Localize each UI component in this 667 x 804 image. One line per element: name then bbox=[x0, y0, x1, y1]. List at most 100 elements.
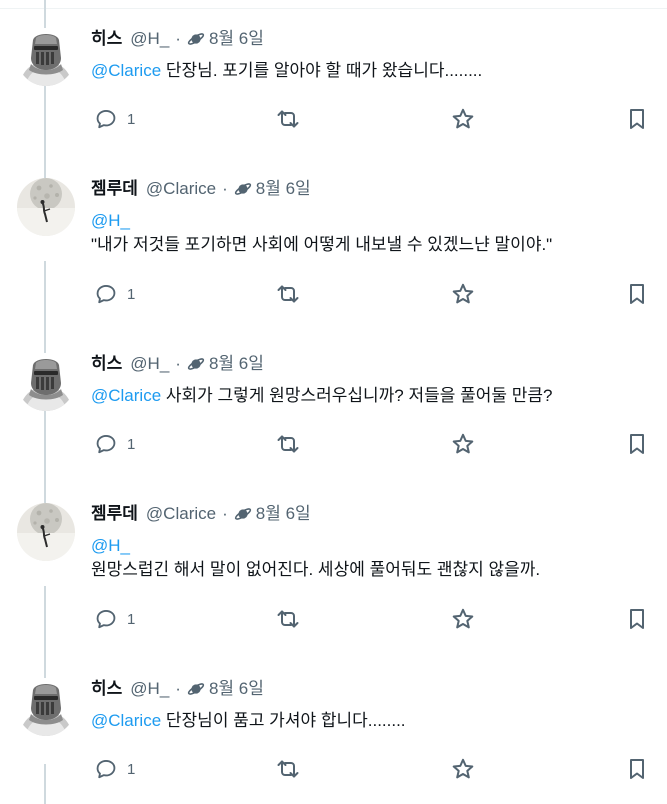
retweet-button[interactable] bbox=[276, 107, 300, 131]
tweet-line: @Clarice 단장님. 포기를 알아야 할 때가 왔습니다........ bbox=[91, 59, 653, 83]
retweet-icon bbox=[276, 282, 300, 306]
bookmark-icon bbox=[625, 607, 649, 631]
tweet-content: 히스 @H_ · 8월 6일 @Clarice 사회가 그렇게 원망스러우십니까… bbox=[91, 353, 653, 408]
speech-bubble-icon bbox=[95, 758, 117, 780]
like-button[interactable] bbox=[451, 757, 475, 781]
reply-button[interactable]: 1 bbox=[95, 107, 135, 131]
action-bar: 1 bbox=[91, 757, 651, 781]
tweet-3[interactable]: 히스 @H_ · 8월 6일 @Clarice 사회가 그렇게 원망스러우십니까… bbox=[0, 353, 667, 478]
like-button[interactable] bbox=[451, 607, 475, 631]
thread-connector-line bbox=[44, 0, 46, 28]
tweet-text: @Clarice 단장님이 품고 가셔야 합니다........ bbox=[91, 709, 653, 733]
like-button[interactable] bbox=[451, 107, 475, 131]
tweet-line: @Clarice 사회가 그렇게 원망스러우십니까? 저들을 풀어둘 만큼? bbox=[91, 384, 653, 408]
bookmark-button[interactable] bbox=[625, 107, 649, 131]
reply-count: 1 bbox=[127, 285, 136, 303]
tweet-line: @Clarice 단장님이 품고 가셔야 합니다........ bbox=[91, 709, 653, 733]
separator-dot: · bbox=[175, 354, 181, 373]
bookmark-button[interactable] bbox=[625, 607, 649, 631]
like-button[interactable] bbox=[451, 432, 475, 456]
handle[interactable]: @H_ bbox=[130, 678, 169, 700]
display-name[interactable]: 히스 bbox=[91, 678, 122, 700]
display-name[interactable]: 젬루데 bbox=[91, 503, 138, 525]
top-divider bbox=[0, 8, 667, 9]
display-name[interactable]: 히스 bbox=[91, 28, 122, 50]
display-name[interactable]: 젬루데 bbox=[91, 178, 138, 200]
tweet-header: 젬루데 @Clarice · 8월 6일 bbox=[91, 503, 653, 525]
tweet-line: "내가 저것들 포기하면 사회에 어떻게 내보낼 수 있겠느냔 말이야." bbox=[91, 233, 653, 257]
tweet-line: @H_ bbox=[91, 534, 653, 558]
action-bar: 1 bbox=[91, 432, 651, 456]
mention-link[interactable]: @Clarice bbox=[91, 61, 161, 80]
tweet-header: 젬루데 @Clarice · 8월 6일 bbox=[91, 178, 653, 200]
tweet-header: 히스 @H_ · 8월 6일 bbox=[91, 353, 653, 375]
planet-icon bbox=[187, 31, 205, 47]
planet-icon bbox=[187, 681, 205, 697]
speech-bubble-icon bbox=[95, 608, 117, 630]
retweet-icon bbox=[276, 107, 300, 131]
tweet-line: 원망스럽긴 해서 말이 없어진다. 세상에 풀어둬도 괜찮지 않을까. bbox=[91, 558, 653, 582]
like-button[interactable] bbox=[451, 282, 475, 306]
speech-bubble-icon bbox=[95, 283, 117, 305]
bookmark-button[interactable] bbox=[625, 282, 649, 306]
mention-link[interactable]: @Clarice bbox=[91, 386, 161, 405]
tweet-line: @H_ bbox=[91, 209, 653, 233]
bookmark-icon bbox=[625, 432, 649, 456]
handle[interactable]: @Clarice bbox=[146, 178, 216, 200]
tweet-header: 히스 @H_ · 8월 6일 bbox=[91, 678, 653, 700]
tweet-content: 젬루데 @Clarice · 8월 6일 @H_ "내가 저것들 포기하면 사회에… bbox=[91, 178, 653, 257]
display-name[interactable]: 히스 bbox=[91, 353, 122, 375]
separator-dot: · bbox=[222, 504, 228, 523]
star-icon bbox=[451, 282, 475, 306]
retweet-button[interactable] bbox=[276, 432, 300, 456]
speech-bubble-icon bbox=[95, 108, 117, 130]
star-icon bbox=[451, 757, 475, 781]
separator-dot: · bbox=[175, 679, 181, 698]
planet-icon bbox=[234, 506, 252, 522]
tweet-date[interactable]: 8월 6일 bbox=[256, 503, 311, 525]
tweet-text: @Clarice 단장님. 포기를 알아야 할 때가 왔습니다........ bbox=[91, 59, 653, 83]
star-icon bbox=[451, 107, 475, 131]
retweet-icon bbox=[276, 757, 300, 781]
mention-link[interactable]: @H_ bbox=[91, 536, 130, 555]
mention-link[interactable]: @Clarice bbox=[91, 711, 161, 730]
tweet-content: 젬루데 @Clarice · 8월 6일 @H_ 원망스럽긴 해서 말이 없어진다… bbox=[91, 503, 653, 582]
tweet-2[interactable]: 젬루데 @Clarice · 8월 6일 @H_ "내가 저것들 포기하면 사회에… bbox=[0, 178, 667, 306]
tweet-text: @H_ "내가 저것들 포기하면 사회에 어떻게 내보낼 수 있겠느냔 말이야." bbox=[91, 209, 653, 257]
separator-dot: · bbox=[175, 29, 181, 48]
retweet-icon bbox=[276, 607, 300, 631]
avatar-knight[interactable] bbox=[17, 28, 75, 86]
tweet-4[interactable]: 젬루데 @Clarice · 8월 6일 @H_ 원망스럽긴 해서 말이 없어진다… bbox=[0, 503, 667, 631]
handle[interactable]: @H_ bbox=[130, 353, 169, 375]
tweet-date[interactable]: 8월 6일 bbox=[209, 28, 264, 50]
speech-bubble-icon bbox=[95, 433, 117, 455]
reply-count: 1 bbox=[127, 610, 136, 628]
tweet-text-span: 사회가 그렇게 원망스러우십니까? 저들을 풀어둘 만큼? bbox=[161, 386, 553, 405]
tweet-date[interactable]: 8월 6일 bbox=[209, 353, 264, 375]
handle[interactable]: @H_ bbox=[130, 28, 169, 50]
retweet-button[interactable] bbox=[276, 757, 300, 781]
retweet-button[interactable] bbox=[276, 282, 300, 306]
reply-button[interactable]: 1 bbox=[95, 757, 135, 781]
avatar-moon[interactable] bbox=[17, 178, 75, 236]
tweet-1[interactable]: 히스 @H_ · 8월 6일 @Clarice 단장님. 포기를 알아야 할 때… bbox=[0, 28, 667, 153]
tweet-date[interactable]: 8월 6일 bbox=[209, 678, 264, 700]
separator-dot: · bbox=[222, 179, 228, 198]
retweet-button[interactable] bbox=[276, 607, 300, 631]
mention-link[interactable]: @H_ bbox=[91, 211, 130, 230]
tweet-5[interactable]: 히스 @H_ · 8월 6일 @Clarice 단장님이 품고 가셔야 합니다.… bbox=[0, 678, 667, 803]
tweet-date[interactable]: 8월 6일 bbox=[256, 178, 311, 200]
planet-icon bbox=[234, 181, 252, 197]
reply-button[interactable]: 1 bbox=[95, 432, 135, 456]
avatar-knight[interactable] bbox=[17, 353, 75, 411]
tweet-text: @Clarice 사회가 그렇게 원망스러우십니까? 저들을 풀어둘 만큼? bbox=[91, 384, 653, 408]
reply-button[interactable]: 1 bbox=[95, 282, 135, 306]
avatar-moon[interactable] bbox=[17, 503, 75, 561]
bookmark-button[interactable] bbox=[625, 432, 649, 456]
tweet-content: 히스 @H_ · 8월 6일 @Clarice 단장님. 포기를 알아야 할 때… bbox=[91, 28, 653, 83]
handle[interactable]: @Clarice bbox=[146, 503, 216, 525]
bookmark-button[interactable] bbox=[625, 757, 649, 781]
avatar-knight[interactable] bbox=[17, 678, 75, 736]
tweet-text-span: 단장님이 품고 가셔야 합니다........ bbox=[161, 711, 406, 730]
reply-button[interactable]: 1 bbox=[95, 607, 135, 631]
